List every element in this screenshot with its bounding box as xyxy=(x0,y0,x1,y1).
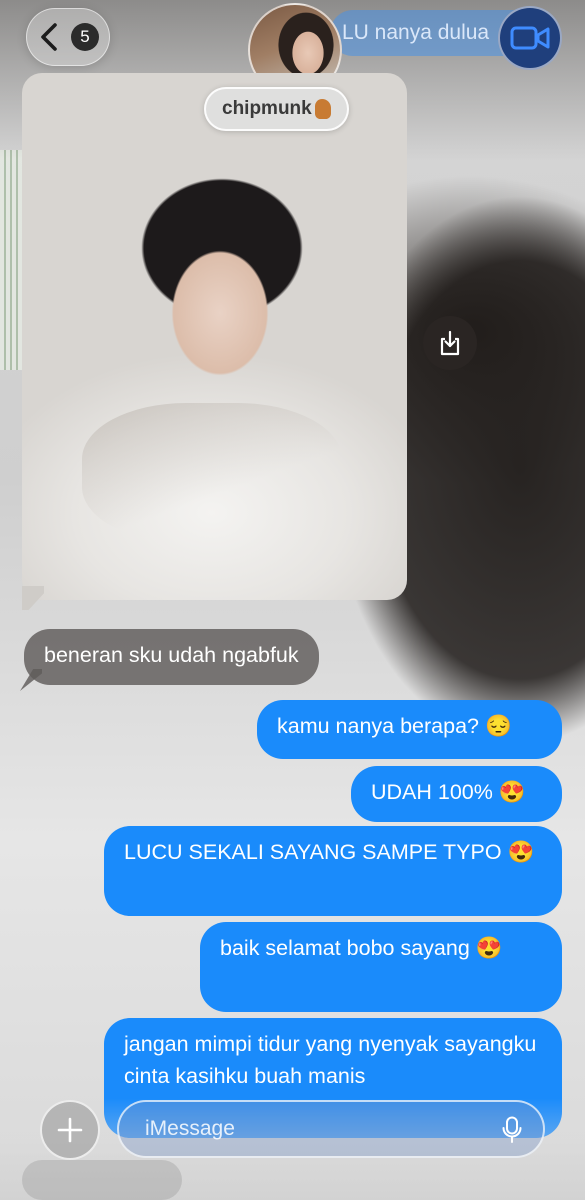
squirrel-emoji-icon xyxy=(314,99,331,119)
message-input-field[interactable] xyxy=(117,1100,545,1158)
contact-name: chipmunk xyxy=(222,98,312,119)
microphone-icon[interactable] xyxy=(501,1116,523,1144)
back-button[interactable]: 5 xyxy=(26,8,110,66)
imessage-input[interactable] xyxy=(143,1116,477,1142)
video-call-button[interactable] xyxy=(498,6,562,70)
add-attachment-button[interactable] xyxy=(40,1100,100,1160)
outgoing-message-bubble[interactable]: baik selamat bobo sayang 😍 xyxy=(200,922,562,1012)
outgoing-message-bubble[interactable]: kamu nanya berapa? 😔 xyxy=(257,700,562,759)
unread-count-badge: 5 xyxy=(71,23,99,51)
previous-bubble-ghost xyxy=(22,1160,182,1200)
chevron-left-icon xyxy=(41,23,57,51)
save-photo-button[interactable] xyxy=(423,316,477,370)
photo-message[interactable] xyxy=(22,73,407,600)
plus-icon xyxy=(57,1117,83,1143)
incoming-message-bubble[interactable]: beneran sku udah ngabfuk xyxy=(24,629,319,685)
contact-name-pill[interactable]: chipmunk xyxy=(204,87,349,131)
video-camera-icon xyxy=(510,26,550,50)
outgoing-message-bubble[interactable]: UDAH 100% 😍 xyxy=(351,766,562,822)
outgoing-message-bubble[interactable]: LUCU SEKALI SAYANG SAMPE TYPO 😍 xyxy=(104,826,562,916)
download-icon xyxy=(440,330,460,356)
